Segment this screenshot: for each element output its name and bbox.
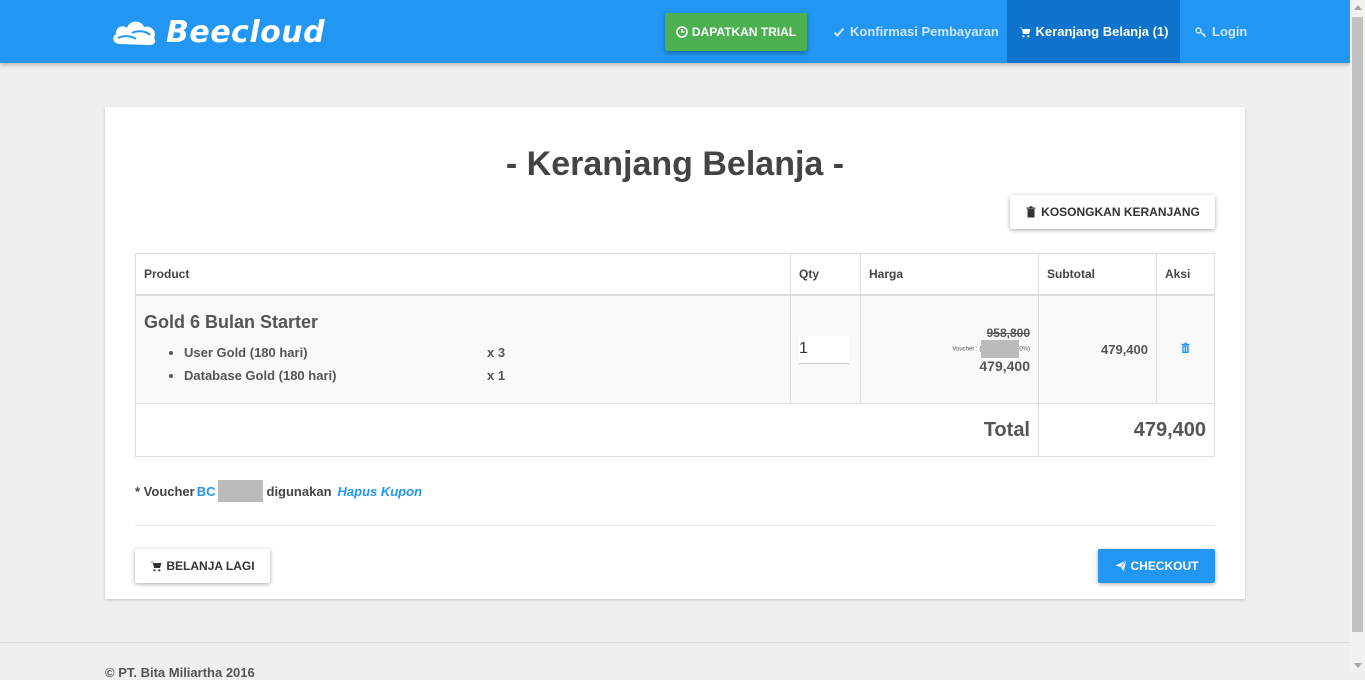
footer: © PT. Bita Miliartha 2016 <box>0 642 1350 680</box>
konfirmasi-label: Konfirmasi Pembayaran <box>850 24 999 39</box>
list-item: User Gold (180 hari) x 3 <box>184 341 782 364</box>
voucher-note: * Voucher BC digunakan Hapus Kupon <box>135 480 422 502</box>
total-label: Total <box>135 403 1039 457</box>
page-title: - Keranjang Belanja - <box>505 145 845 183</box>
trial-button[interactable]: DAPATKAN TRIAL <box>665 13 807 51</box>
cart-icon <box>150 561 162 572</box>
qty-cell <box>790 294 861 404</box>
product-cell: Gold 6 Bulan Starter User Gold (180 hari… <box>135 294 791 404</box>
empty-cart-label: KOSONGKAN KERANJANG <box>1041 205 1200 219</box>
page-scrollbar[interactable] <box>1350 0 1365 673</box>
list-item: Database Gold (180 hari) x 1 <box>184 364 782 387</box>
header-harga: Harga <box>860 253 1039 296</box>
nav-login[interactable]: Login <box>1195 0 1247 63</box>
product-name: Gold 6 Bulan Starter <box>144 312 319 332</box>
brand-name: Beecloud <box>166 14 326 50</box>
remove-coupon-link[interactable]: Hapus Kupon <box>338 484 423 499</box>
login-label: Login <box>1212 24 1248 39</box>
cart-label: Keranjang Belanja (1) <box>1035 24 1169 39</box>
key-icon <box>1195 26 1206 37</box>
brand-logo[interactable]: Beecloud <box>110 12 325 52</box>
continue-shopping-button[interactable]: BELANJA LAGI <box>135 549 270 583</box>
voucher-discount-line: Voucher : ( 0%) <box>869 339 1030 358</box>
voucher-code: BC <box>196 483 216 499</box>
action-cell <box>1156 294 1215 404</box>
scroll-down-arrow-icon[interactable] <box>1350 658 1365 673</box>
header-product: Product <box>135 253 791 296</box>
quantity-input[interactable] <box>799 335 849 364</box>
checkout-button[interactable]: CHECKOUT <box>1098 549 1215 583</box>
original-price: 958,800 <box>986 325 1030 340</box>
header-subtotal: Subtotal <box>1038 253 1157 296</box>
navbar: Beecloud DAPATKAN TRIAL Konfirmasi Pemba… <box>0 0 1350 63</box>
total-row: Total 479,400 <box>135 403 1215 457</box>
header-qty: Qty <box>790 253 861 296</box>
discounted-price: 479,400 <box>979 357 1030 374</box>
cart-icon <box>1019 27 1031 37</box>
price-cell: 958,800 Voucher : ( 0%) 479,400 <box>860 294 1039 404</box>
cart-table: Product Qty Harga Subtotal Aksi Gold 6 B… <box>135 253 1215 457</box>
delete-item-icon[interactable] <box>1180 342 1191 354</box>
voucher-suffix: 0%) <box>1019 346 1030 353</box>
voucher-code-mask <box>981 339 1020 358</box>
header-aksi: Aksi <box>1156 253 1215 296</box>
voucher-used-text: digunakan <box>266 483 332 499</box>
voucher-note-prefix: * Voucher <box>135 483 195 499</box>
check-icon <box>833 27 845 37</box>
component-qty: x 3 <box>487 345 506 360</box>
component-qty: x 1 <box>487 368 506 383</box>
voucher-prefix: Voucher : ( <box>952 346 982 353</box>
checkout-label: CHECKOUT <box>1130 559 1199 573</box>
empty-cart-button[interactable]: KOSONGKAN KERANJANG <box>1010 195 1215 229</box>
product-components: User Gold (180 hari) x 3 Database Gold (… <box>144 341 782 387</box>
component-label: Database Gold (180 hari) <box>184 368 337 383</box>
trash-icon <box>1026 206 1036 218</box>
nav-konfirmasi-pembayaran[interactable]: Konfirmasi Pembayaran <box>833 0 999 63</box>
voucher-code-mask <box>217 480 263 502</box>
table-row: Gold 6 Bulan Starter User Gold (180 hari… <box>135 294 1215 404</box>
scroll-up-arrow-icon[interactable] <box>1350 0 1365 15</box>
clock-icon <box>676 26 688 38</box>
nav-keranjang-belanja[interactable]: Keranjang Belanja (1) <box>1007 0 1180 63</box>
cloud-logo-icon <box>113 21 156 45</box>
continue-shopping-label: BELANJA LAGI <box>166 559 255 573</box>
trial-label: DAPATKAN TRIAL <box>691 25 797 39</box>
component-label: User Gold (180 hari) <box>184 345 308 360</box>
cart-card: - Keranjang Belanja - KOSONGKAN KERANJAN… <box>105 107 1245 599</box>
paper-plane-icon <box>1115 560 1127 572</box>
total-value: 479,400 <box>1038 403 1215 457</box>
table-header-row: Product Qty Harga Subtotal Aksi <box>135 253 1215 296</box>
subtotal-cell: 479,400 <box>1038 294 1157 404</box>
divider <box>135 525 1215 526</box>
scrollbar-thumb[interactable] <box>1352 17 1363 632</box>
